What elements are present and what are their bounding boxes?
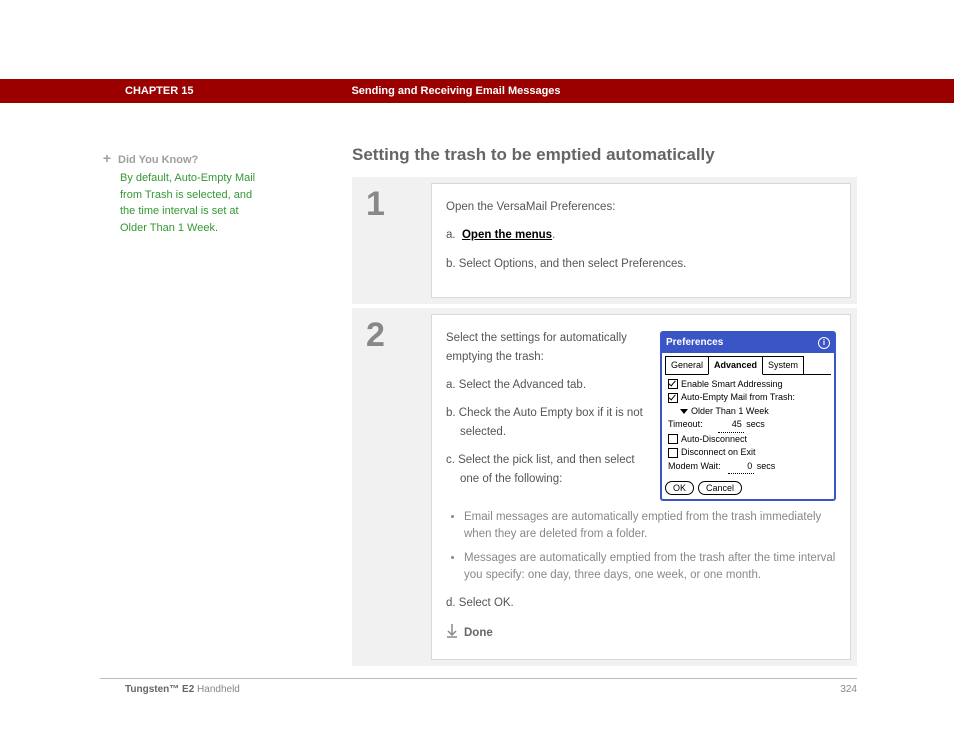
steps-box: 1 Open the VersaMail Preferences: a. Ope… — [352, 177, 857, 666]
section-heading: Setting the trash to be emptied automati… — [352, 145, 857, 165]
step-2-intro: Select the settings for automatically em… — [446, 329, 646, 366]
step-2-left: Select the settings for automatically em… — [446, 329, 646, 498]
step-number: 2 — [366, 318, 431, 352]
preferences-tabs: General Advanced System — [662, 353, 834, 374]
checkbox-icon — [668, 379, 678, 389]
footer-product: Tungsten™ E2 Handheld — [125, 684, 240, 695]
done-label: Done — [464, 624, 493, 642]
step-1-a-suffix: . — [552, 229, 555, 241]
step-2-d: d. Select OK. — [446, 594, 836, 612]
info-icon: i — [818, 337, 830, 349]
footer: Tungsten™ E2 Handheld 324 — [125, 684, 857, 695]
step-2-c: c. Select the pick list, and then select… — [446, 451, 646, 488]
checkbox-icon — [668, 393, 678, 403]
ok-button: OK — [665, 481, 694, 495]
pref-smart-addressing: Enable Smart Addressing — [668, 378, 828, 392]
pref-timeout: Timeout: 45 secs — [668, 418, 828, 433]
done-row: Done — [446, 622, 836, 644]
tip-heading: Did You Know? — [118, 154, 198, 166]
pref-auto-empty: Auto-Empty Mail from Trash: — [668, 391, 828, 405]
footer-product-type: Handheld — [194, 684, 240, 695]
checkbox-icon — [668, 448, 678, 458]
tab-system: System — [762, 356, 804, 374]
step-number: 1 — [366, 187, 431, 221]
preferences-screenshot: Preferences i General Advanced System En… — [660, 331, 836, 501]
step-1-body: Open the VersaMail Preferences: a. Open … — [431, 183, 851, 298]
plus-icon: + — [102, 150, 112, 166]
chapter-label: CHAPTER 15 — [125, 85, 193, 97]
step-1-a-prefix: a. — [446, 229, 456, 241]
preferences-title-text: Preferences — [666, 335, 723, 351]
checkbox-icon — [668, 434, 678, 444]
preferences-body: Enable Smart Addressing Auto-Empty Mail … — [665, 374, 831, 479]
step-number-cell: 2 — [352, 308, 431, 666]
step-1-a: a. Open the menus. — [446, 226, 836, 244]
chapter-header-bar: CHAPTER 15 Sending and Receiving Email M… — [0, 79, 954, 103]
step-2-b: b. Check the Auto Empty box if it is not… — [446, 404, 646, 441]
step-2: 2 Select the settings for automatically … — [352, 308, 857, 666]
bullet-2: Messages are automatically emptied from … — [464, 550, 836, 585]
chapter-title: Sending and Receiving Email Messages — [351, 85, 560, 97]
tip-heading-row: + Did You Know? — [102, 150, 307, 166]
step-1-b: b. Select Options, and then select Prefe… — [446, 255, 836, 273]
pref-older-picklist: Older Than 1 Week — [680, 405, 828, 419]
step-1: 1 Open the VersaMail Preferences: a. Ope… — [352, 177, 857, 308]
page: CHAPTER 15 Sending and Receiving Email M… — [0, 0, 954, 738]
footer-divider — [100, 678, 857, 679]
footer-product-name: Tungsten™ E2 — [125, 684, 194, 695]
tab-general: General — [665, 356, 709, 374]
open-menus-link[interactable]: Open the menus — [462, 229, 552, 241]
bullet-1: Email messages are automatically emptied… — [464, 509, 836, 544]
cancel-button: Cancel — [698, 481, 742, 495]
step-2-a: a. Select the Advanced tab. — [446, 376, 646, 394]
tip-body: By default, Auto-Empty Mail from Trash i… — [120, 170, 260, 236]
step-2-bullets: Email messages are automatically emptied… — [464, 509, 836, 584]
preferences-title-bar: Preferences i — [662, 333, 834, 353]
done-arrow-icon — [446, 622, 458, 644]
tab-advanced: Advanced — [708, 356, 763, 374]
page-number: 324 — [840, 684, 857, 695]
step-2-body: Select the settings for automatically em… — [431, 314, 851, 660]
step-number-cell: 1 — [352, 177, 431, 304]
pref-modem-wait: Modem Wait: 0 secs — [668, 460, 828, 475]
pref-auto-disconnect: Auto-Disconnect — [668, 433, 828, 447]
pref-disconnect-exit: Disconnect on Exit — [668, 446, 828, 460]
chevron-down-icon — [680, 409, 688, 414]
preferences-buttons: OK Cancel — [662, 481, 834, 499]
sidebar-tip: + Did You Know? By default, Auto-Empty Ma… — [102, 150, 307, 236]
step-2-columns: Select the settings for automatically em… — [446, 329, 836, 501]
step-1-intro: Open the VersaMail Preferences: — [446, 198, 836, 216]
main-content: Setting the trash to be emptied automati… — [352, 145, 857, 666]
